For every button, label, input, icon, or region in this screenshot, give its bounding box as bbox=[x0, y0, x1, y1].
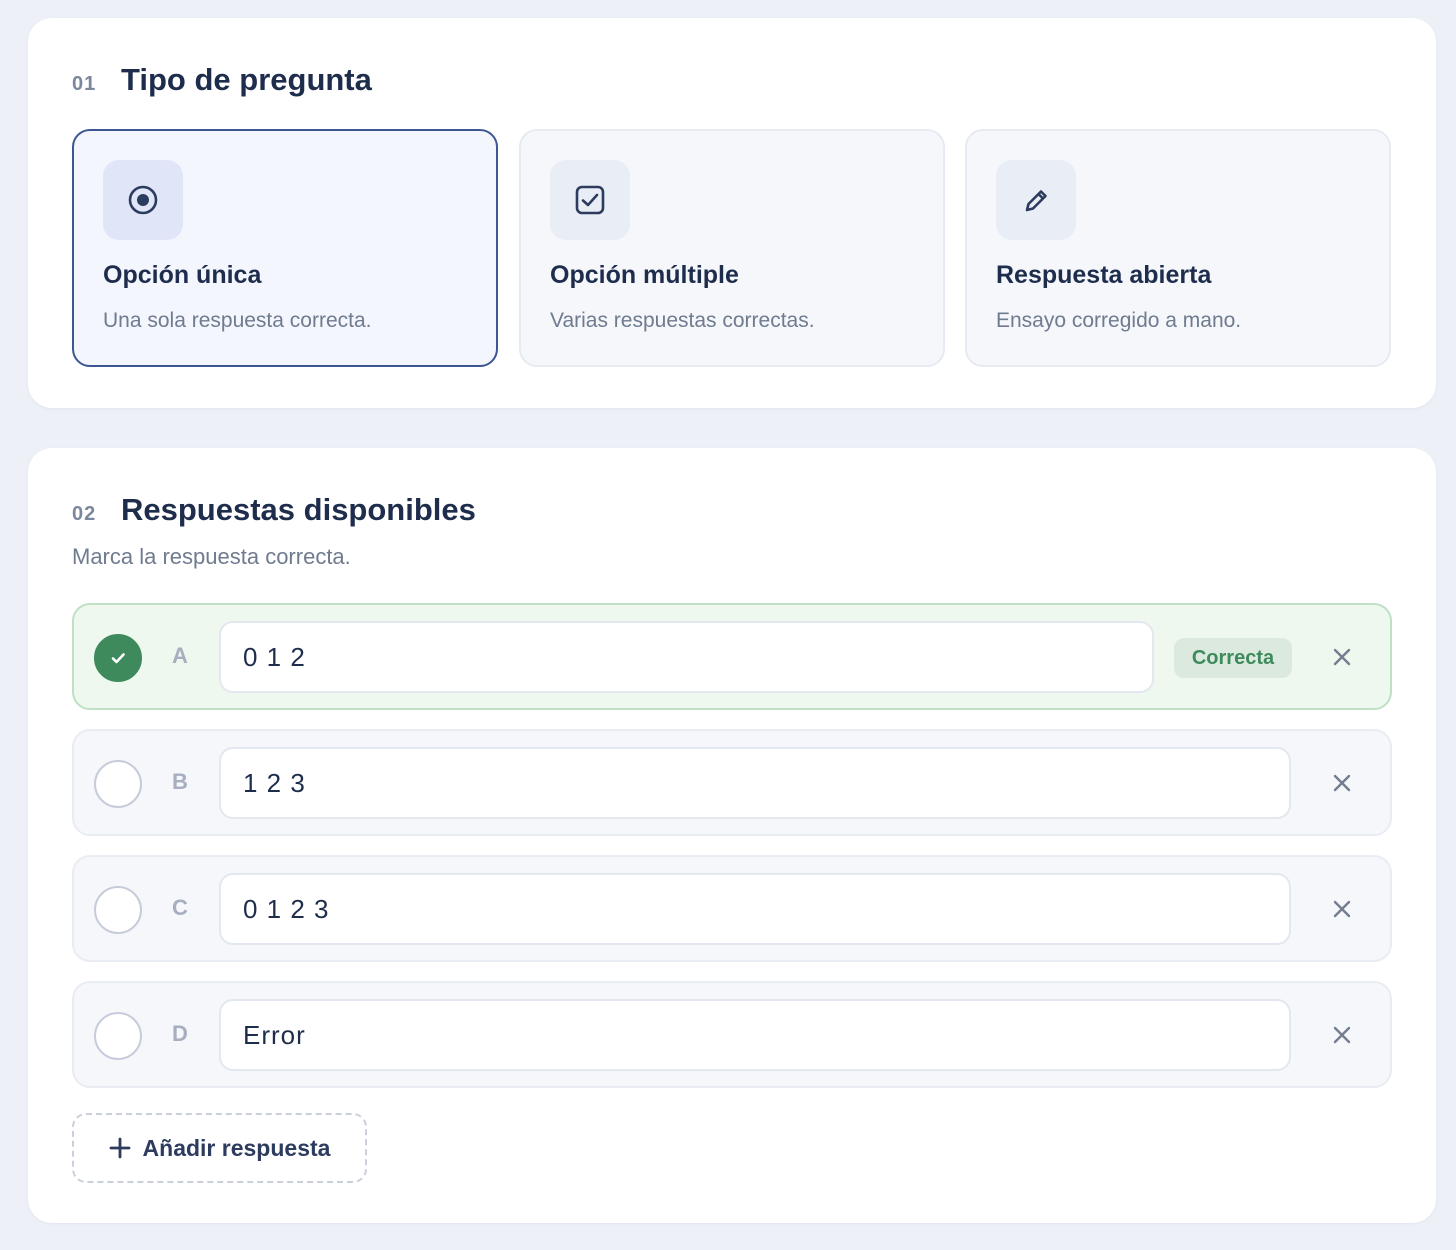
type-option-title: Respuesta abierta bbox=[996, 261, 1212, 289]
correct-toggle[interactable] bbox=[94, 760, 142, 808]
plus-icon bbox=[109, 1137, 130, 1159]
answer-input[interactable] bbox=[219, 873, 1291, 945]
section-header: 01 Tipo de pregunta bbox=[72, 62, 372, 98]
add-answer-button[interactable]: Añadir respuesta bbox=[72, 1113, 367, 1183]
type-option-title: Opción única bbox=[103, 261, 262, 289]
answer-row-b: B bbox=[72, 729, 1392, 836]
answers-card: 02 Respuestas disponibles Marca la respu… bbox=[28, 448, 1436, 1223]
remove-answer-button[interactable] bbox=[1322, 763, 1362, 803]
type-option-description: Ensayo corregido a mano. bbox=[996, 309, 1242, 332]
radio-button-icon bbox=[103, 160, 183, 240]
answer-letter: D bbox=[172, 1021, 188, 1046]
remove-answer-button[interactable] bbox=[1322, 637, 1362, 677]
question-type-card: 01 Tipo de pregunta Opción única Una sol… bbox=[28, 18, 1436, 408]
type-option-open[interactable]: Respuesta abierta Ensayo corregido a man… bbox=[965, 129, 1391, 367]
correct-badge: Correcta bbox=[1174, 638, 1292, 678]
section-subtitle: Marca la respuesta correcta. bbox=[72, 544, 351, 569]
answer-row-c: C bbox=[72, 855, 1392, 962]
type-option-single[interactable]: Opción única Una sola respuesta correcta… bbox=[72, 129, 498, 367]
close-icon bbox=[1333, 900, 1351, 918]
section-number: 01 bbox=[72, 73, 97, 95]
section-header: 02 Respuestas disponibles bbox=[72, 492, 476, 528]
answer-input[interactable] bbox=[219, 621, 1154, 693]
answer-row-a: A Correcta bbox=[72, 603, 1392, 710]
type-option-title: Opción múltiple bbox=[550, 261, 739, 289]
correct-toggle[interactable] bbox=[94, 1012, 142, 1060]
close-icon bbox=[1333, 774, 1351, 792]
add-answer-label: Añadir respuesta bbox=[142, 1134, 331, 1161]
answer-input[interactable] bbox=[219, 747, 1291, 819]
answer-letter: A bbox=[172, 643, 188, 668]
answer-input[interactable] bbox=[219, 999, 1291, 1071]
answer-letter: B bbox=[172, 769, 188, 794]
section-number: 02 bbox=[72, 503, 97, 525]
type-option-description: Una sola respuesta correcta. bbox=[103, 309, 372, 332]
answer-letter: C bbox=[172, 895, 188, 920]
remove-answer-button[interactable] bbox=[1322, 1015, 1362, 1055]
section-title: Respuestas disponibles bbox=[121, 492, 476, 527]
close-icon bbox=[1333, 1026, 1351, 1044]
correct-toggle[interactable] bbox=[94, 634, 142, 682]
pencil-icon bbox=[996, 160, 1076, 240]
checkbox-icon bbox=[550, 160, 630, 240]
answer-row-d: D bbox=[72, 981, 1392, 1088]
remove-answer-button[interactable] bbox=[1322, 889, 1362, 929]
section-title: Tipo de pregunta bbox=[121, 62, 372, 97]
correct-toggle[interactable] bbox=[94, 886, 142, 934]
type-option-multiple[interactable]: Opción múltiple Varias respuestas correc… bbox=[519, 129, 945, 367]
close-icon bbox=[1333, 648, 1351, 666]
type-option-description: Varias respuestas correctas. bbox=[550, 309, 815, 332]
check-icon bbox=[111, 653, 125, 664]
